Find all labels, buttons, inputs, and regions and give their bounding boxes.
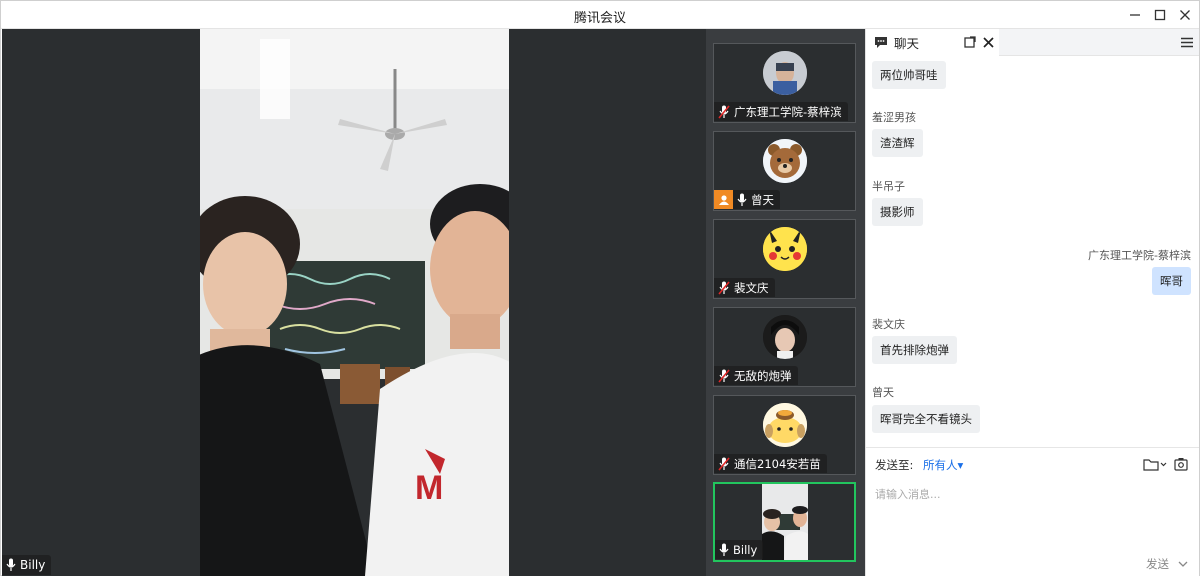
send-to-row: 发送至: 所有人▾	[875, 457, 963, 473]
participant-name-tag: 广东理工学院-蔡梓滨	[714, 102, 848, 121]
close-window-button[interactable]	[1175, 5, 1195, 25]
participant-name: 通信2104安若苗	[734, 456, 821, 471]
microphone-icon	[719, 543, 729, 556]
chat-message: 渣渣辉	[872, 129, 923, 157]
close-icon	[982, 36, 994, 48]
participant-tile[interactable]: 无敌的炮弹	[713, 307, 856, 387]
host-icon	[718, 194, 729, 205]
message-input[interactable]: 请输入消息...	[875, 486, 941, 502]
send-file-button[interactable]	[1142, 456, 1168, 472]
microphone-icon	[737, 193, 747, 206]
chat-message: 晖哥完全不看镜头	[872, 405, 980, 433]
chat-compose-area: 发送至: 所有人▾ 请输入消息... 发送	[866, 447, 1199, 576]
maximize-button[interactable]	[1150, 5, 1170, 25]
chat-tab-label: 聊天	[894, 36, 920, 51]
speaker-name: Billy	[20, 558, 46, 572]
participant-tile[interactable]: 广东理工学院-蔡梓滨	[713, 43, 856, 123]
chat-menu-button[interactable]	[1180, 35, 1194, 49]
title-bar: 腾讯会议	[1, 1, 1199, 29]
close-chat-button[interactable]	[981, 35, 995, 49]
window-title: 腾讯会议	[573, 11, 626, 26]
message-sender: 曾天	[872, 386, 894, 399]
participant-tile-active[interactable]: Billy	[713, 482, 856, 562]
speaker-name-tag: Billy	[2, 555, 52, 575]
send-to-label: 发送至:	[875, 458, 914, 472]
main-video-stage: M Billy	[2, 29, 706, 576]
send-button[interactable]: 发送	[1146, 556, 1169, 572]
participant-tile[interactable]: 通信2104安若苗	[713, 395, 856, 475]
chevron-down-icon	[1178, 561, 1188, 567]
chat-bubble-icon	[875, 37, 887, 48]
chat-message: 两位帅哥哇	[872, 61, 946, 89]
chat-panel: 聊天 两位帅哥哇 羞涩男孩 渣渣辉 半吊子 摄影师 广东理工学院-蔡梓滨 晖哥 …	[865, 29, 1199, 576]
mic-muted-icon	[718, 280, 730, 295]
screenshot-button[interactable]	[1173, 456, 1189, 472]
message-sender: 半吊子	[872, 180, 905, 193]
hamburger-menu-icon	[1181, 37, 1193, 47]
message-sender: 广东理工学院-蔡梓滨	[1088, 249, 1191, 262]
participant-name: Billy	[733, 542, 758, 557]
message-sender: 裴文庆	[872, 318, 905, 331]
screenshot-icon	[1174, 458, 1188, 471]
pompompurin-avatar	[762, 403, 807, 447]
participant-tile[interactable]: 曾天	[713, 131, 856, 211]
popout-button[interactable]	[963, 35, 977, 49]
participant-name: 裴文庆	[734, 280, 769, 295]
minimize-icon	[1130, 14, 1140, 16]
mic-muted-icon	[718, 104, 730, 119]
chat-message-own: 晖哥	[1152, 267, 1191, 295]
video-thumbnail	[762, 484, 808, 560]
folder-icon	[1143, 459, 1167, 471]
portrait-avatar	[762, 315, 807, 359]
send-options-button[interactable]	[1177, 558, 1189, 570]
chat-message: 首先排除炮弹	[872, 336, 957, 364]
pikachu-avatar	[762, 227, 807, 271]
video-frame-image: M	[200, 29, 509, 576]
photo-avatar	[762, 51, 807, 95]
participant-name-tag: Billy	[715, 540, 764, 559]
host-badge	[714, 190, 733, 209]
chat-message-list: 两位帅哥哇 羞涩男孩 渣渣辉 半吊子 摄影师 广东理工学院-蔡梓滨 晖哥 裴文庆…	[866, 57, 1199, 473]
participant-name-tag: 通信2104安若苗	[714, 454, 827, 473]
participant-name-tag: 无敌的炮弹	[714, 366, 798, 385]
participant-strip: 广东理工学院-蔡梓滨 曾天 裴文庆 无敌的炮弹 通信2104安若苗 Billy	[706, 29, 865, 576]
bear-avatar	[762, 139, 807, 183]
meeting-window: 腾讯会议 M Billy 广东理工学院-蔡梓滨 曾天 裴文庆 无敌的炮弹 通信2…	[0, 0, 1200, 576]
tab-chat[interactable]: 聊天	[866, 29, 999, 56]
main-video-feed[interactable]: M	[200, 29, 509, 576]
minimize-button[interactable]	[1125, 5, 1145, 25]
send-to-recipient-dropdown[interactable]: 所有人▾	[923, 458, 963, 472]
participant-tile[interactable]: 裴文庆	[713, 219, 856, 299]
participant-name-tag: 裴文庆	[714, 278, 775, 297]
participant-name: 无敌的炮弹	[734, 368, 792, 383]
participant-name-tag: 曾天	[714, 190, 780, 209]
popout-icon	[964, 36, 976, 48]
svg-text:M: M	[415, 469, 443, 507]
participant-name: 曾天	[751, 192, 774, 207]
microphone-icon	[6, 558, 16, 571]
mic-muted-icon	[718, 368, 730, 383]
chat-tab-bar: 聊天	[866, 29, 1199, 56]
chat-message: 摄影师	[872, 198, 923, 226]
mic-muted-icon	[718, 456, 730, 471]
participant-name: 广东理工学院-蔡梓滨	[734, 104, 842, 119]
close-icon	[1180, 10, 1190, 20]
message-sender: 羞涩男孩	[872, 111, 916, 124]
maximize-icon	[1154, 9, 1166, 21]
